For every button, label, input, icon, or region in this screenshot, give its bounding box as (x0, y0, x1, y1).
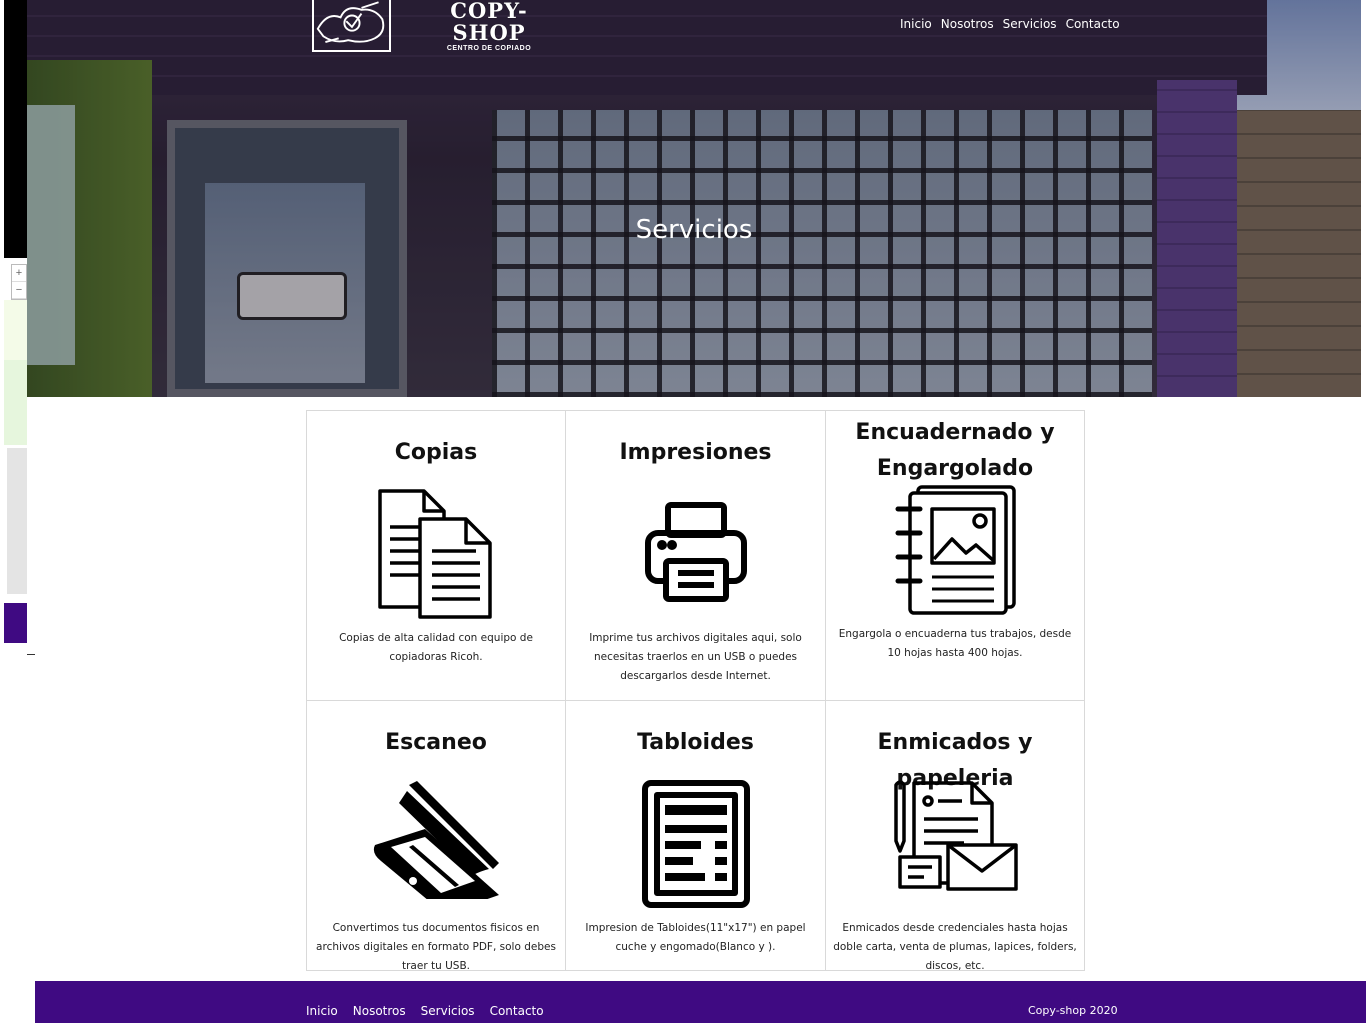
nav-contacto[interactable]: Contacto (1066, 17, 1120, 31)
side-purple-block (4, 603, 27, 643)
brand-name: COPY-SHOP (450, 0, 528, 45)
service-description: Copias de alta calidad con equipo de cop… (339, 632, 533, 663)
tabloid-icon (641, 779, 751, 914)
service-description: Impresion de Tabloides(11"x17") en papel… (585, 922, 806, 953)
service-card-tabloides: Tabloides Impresion de Tabloides(11"x17"… (566, 701, 826, 970)
divider (27, 654, 35, 655)
service-title: Copias (394, 440, 478, 465)
brand-subtitle: CENTRO DE COPIADO (446, 45, 532, 52)
zoom-out-button[interactable]: − (12, 282, 26, 299)
service-title: Encuadernado y Engargolado (855, 420, 1055, 481)
footer-nav-inicio[interactable]: Inicio (306, 1004, 338, 1018)
nav-inicio[interactable]: Inicio (900, 17, 932, 31)
logo[interactable] (312, 0, 391, 52)
footer-nav-servicios[interactable]: Servicios (421, 1004, 475, 1018)
documents-icon (378, 489, 494, 624)
page-title: Servicios (635, 215, 753, 245)
service-description: Convertimos tus documentos fisicos en ar… (316, 922, 556, 972)
footer-nav: Inicio Nosotros Servicios Contacto (306, 1004, 544, 1018)
side-dark-block (4, 0, 27, 258)
service-description: Enmicados desde credenciales hasta hojas… (833, 922, 1077, 972)
map-zoom-control[interactable]: + − (11, 264, 27, 300)
left-side-panel: + − (0, 0, 27, 660)
service-title: Tabloides (637, 730, 754, 755)
service-card-encuadernado: Encuadernado y Engargolado Engargola o e… (826, 411, 1084, 701)
footer-nav-contacto[interactable]: Contacto (490, 1004, 544, 1018)
service-title: Impresiones (619, 440, 772, 465)
side-green-block (4, 360, 27, 445)
main-nav: Inicio Nosotros Servicios Contacto (900, 17, 1120, 31)
nav-nosotros[interactable]: Nosotros (941, 17, 994, 31)
service-card-copias: Copias Copias de alta calidad con equipo… (307, 411, 566, 701)
footer-nav-nosotros[interactable]: Nosotros (353, 1004, 406, 1018)
side-pale-block (4, 300, 27, 360)
footer: Inicio Nosotros Servicios Contacto Copy-… (35, 981, 1366, 1023)
brand-logo-text[interactable]: COPY-SHOP CENTRO DE COPIADO (420, 0, 558, 52)
service-card-escaneo: Escaneo Convertimos tus documentos fisic… (307, 701, 566, 972)
printer-icon (644, 501, 748, 610)
hero-banner: Servicios (27, 0, 1361, 397)
service-description: Engargola o encuaderna tus trabajos, des… (838, 628, 1072, 659)
services-grid: Copias Copias de alta calidad con equipo… (306, 410, 1085, 972)
zoom-in-button[interactable]: + (12, 265, 26, 282)
scanner-icon (371, 781, 501, 912)
service-title: Escaneo (385, 730, 487, 755)
service-description: Imprime tus archivos digitales aqui, sol… (589, 632, 802, 682)
stationery-icon (890, 779, 1020, 912)
copyright-text: Copy-shop 2020 (1028, 1004, 1118, 1017)
side-grey-block (7, 448, 27, 594)
service-card-impresiones: Impresiones Imprime tus archivos digital… (566, 411, 826, 701)
notebook-icon (892, 485, 1018, 620)
service-card-enmicados: Enmicados y papeleria Enmicados desde cr… (826, 701, 1084, 972)
nav-servicios[interactable]: Servicios (1003, 17, 1057, 31)
